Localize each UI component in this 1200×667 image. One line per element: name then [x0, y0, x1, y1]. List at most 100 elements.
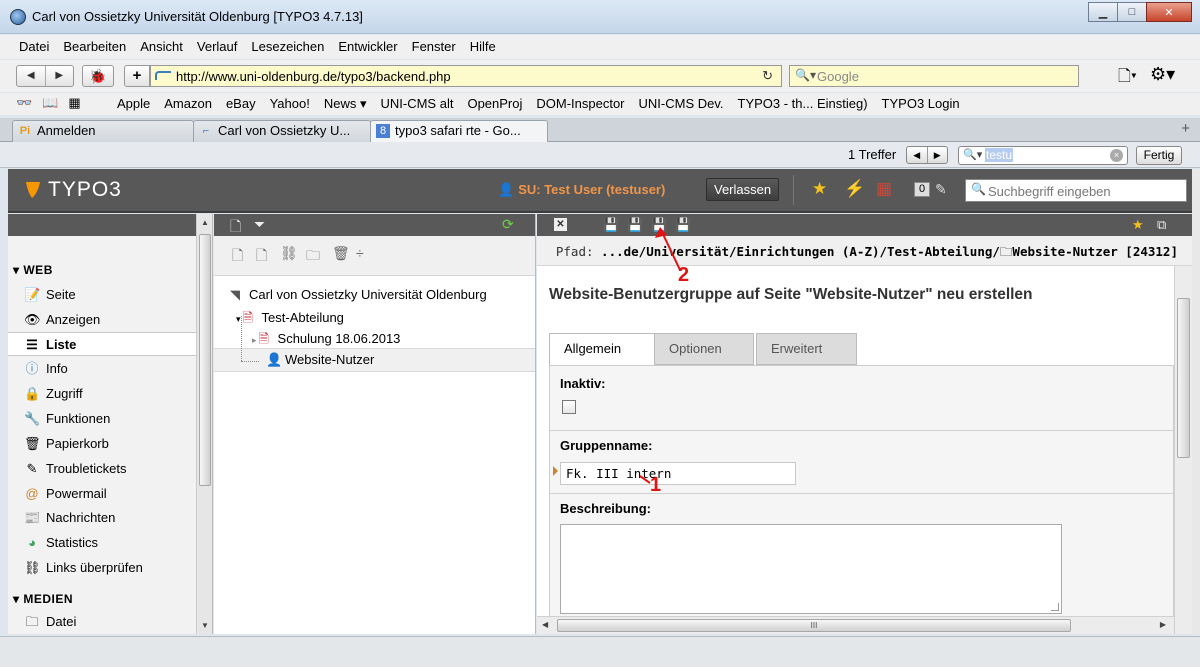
- tab-carl-von-ossietzky[interactable]: ⌐ Carl von Ossietzky U...: [193, 120, 371, 142]
- expand-icon[interactable]: ▾: [236, 314, 241, 324]
- module-menu-scrollbar[interactable]: ▲ ▼: [196, 214, 212, 634]
- module-info[interactable]: ⓘ Info: [8, 357, 196, 381]
- tab-erweitert[interactable]: Erweitert: [756, 333, 857, 365]
- address-bar[interactable]: http://www.uni-oldenburg.de/typo3/backen…: [150, 65, 782, 87]
- workspaces-icon[interactable]: ▦: [876, 179, 892, 199]
- collapse-icon[interactable]: ▸: [252, 335, 257, 345]
- divider-icon[interactable]: ÷: [356, 245, 364, 261]
- refresh-icon[interactable]: ⟳: [502, 216, 514, 233]
- scroll-left-icon[interactable]: ◀: [542, 620, 548, 629]
- backend-search-input[interactable]: 🔍 Suchbegriff eingeben: [965, 179, 1187, 202]
- close-document-icon[interactable]: ✕: [554, 218, 567, 231]
- tree-root[interactable]: ◥ Carl von Ossietzky Universität Oldenbur…: [230, 287, 487, 303]
- menu-ansicht[interactable]: Ansicht: [133, 35, 190, 59]
- content-vertical-scrollbar[interactable]: [1174, 266, 1192, 634]
- bookmark-star-icon[interactable]: ★: [812, 179, 827, 199]
- gear-icon[interactable]: ⚙▾: [1150, 64, 1175, 85]
- scroll-down-icon[interactable]: ▼: [201, 621, 209, 630]
- resize-grip-icon[interactable]: [1051, 603, 1059, 611]
- scroll-up-icon[interactable]: ▲: [201, 218, 209, 227]
- save-new-icon[interactable]: 💾: [675, 217, 691, 233]
- module-troubletickets[interactable]: ✎ Troubletickets: [8, 457, 196, 481]
- tab-typo3-safari-rte[interactable]: 8 typo3 safari rte - Go...: [370, 120, 548, 142]
- module-group-web[interactable]: ▾ WEB: [13, 263, 53, 277]
- bookmark-openproj[interactable]: OpenProj: [467, 96, 522, 111]
- reload-icon[interactable]: ↻: [762, 68, 773, 84]
- filter-icon[interactable]: ⏷: [254, 216, 265, 233]
- edit-tasks-icon[interactable]: ✎: [935, 181, 947, 198]
- page-icon[interactable]: 🗋: [232, 245, 243, 269]
- module-funktionen[interactable]: 🔧 Funktionen: [8, 407, 196, 431]
- module-zugriff[interactable]: 🔒 Zugriff: [8, 382, 196, 406]
- bookmark-uni-cms-alt[interactable]: UNI-CMS alt: [381, 96, 454, 111]
- scrollbar-thumb[interactable]: [199, 234, 211, 486]
- add-bookmark-button[interactable]: +: [124, 65, 150, 87]
- module-seite[interactable]: 📝 Seite: [8, 283, 196, 307]
- bookmark-add-icon[interactable]: ★: [1132, 217, 1144, 233]
- forward-button[interactable]: ▶: [46, 66, 74, 86]
- module-links-ueberpruefen[interactable]: ⛓ Links überprüfen: [8, 556, 196, 580]
- scrollbar-thumb[interactable]: [1177, 298, 1190, 458]
- menu-entwickler[interactable]: Entwickler: [331, 35, 404, 59]
- tree-node-website-nutzer[interactable]: 👤 Website-Nutzer: [266, 352, 374, 368]
- link-icon[interactable]: ⛓: [280, 245, 298, 262]
- tree-node-test-abteilung[interactable]: ▾ 🗎 Test-Abteilung: [236, 309, 344, 331]
- tab-anmelden[interactable]: Pi Anmelden: [12, 120, 194, 142]
- close-button[interactable]: ✕: [1146, 2, 1192, 22]
- clear-cache-icon[interactable]: ⚡: [844, 179, 865, 199]
- page-shortcut-icon[interactable]: 🗋: [256, 245, 267, 269]
- module-liste[interactable]: ☰ Liste: [8, 332, 196, 356]
- menu-bearbeiten[interactable]: Bearbeiten: [56, 35, 133, 59]
- open-new-window-icon[interactable]: ⧉: [1157, 217, 1166, 233]
- back-button[interactable]: ◀: [17, 66, 46, 86]
- module-statistics[interactable]: ◕ Statistics: [8, 531, 196, 555]
- task-count-badge[interactable]: 0: [914, 182, 930, 197]
- maximize-button[interactable]: □: [1117, 2, 1147, 22]
- find-input[interactable]: 🔍▾ testu ×: [958, 146, 1128, 165]
- module-datei[interactable]: 🗀 Datei: [8, 610, 196, 634]
- menu-hilfe[interactable]: Hilfe: [463, 35, 503, 59]
- logout-button[interactable]: Verlassen: [706, 178, 780, 201]
- module-papierkorb[interactable]: 🗑 Papierkorb: [8, 432, 196, 456]
- bookmark-news[interactable]: News ▾: [324, 96, 367, 111]
- clear-icon[interactable]: ×: [1110, 149, 1123, 162]
- module-group-medien[interactable]: ▾ MEDIEN: [13, 592, 73, 606]
- tree-node-schulung[interactable]: ▸ 🗎 Schulung 18.06.2013: [252, 330, 400, 352]
- bookmark-apple[interactable]: Apple: [117, 96, 150, 111]
- find-next-button[interactable]: ▶: [928, 147, 948, 163]
- bookmark-yahoo[interactable]: Yahoo!: [270, 96, 310, 111]
- find-done-button[interactable]: Fertig: [1136, 146, 1182, 165]
- menu-lesezeichen[interactable]: Lesezeichen: [244, 35, 331, 59]
- page-menu-icon[interactable]: 🗋▾: [1118, 65, 1137, 92]
- bug-icon[interactable]: 🐞: [82, 65, 114, 87]
- scrollbar-thumb[interactable]: III: [557, 619, 1071, 632]
- window-scrollbar[interactable]: [1192, 169, 1200, 635]
- tab-optionen[interactable]: Optionen: [654, 333, 754, 365]
- bookmark-amazon[interactable]: Amazon: [164, 96, 212, 111]
- folder-icon[interactable]: 🗀: [306, 245, 320, 269]
- module-nachrichten[interactable]: 📰 Nachrichten: [8, 506, 196, 530]
- tab-allgemein[interactable]: Allgemein: [549, 333, 655, 366]
- module-powermail[interactable]: @ Powermail: [8, 482, 196, 506]
- bookmark-typo3-login[interactable]: TYPO3 Login: [882, 96, 960, 111]
- search-input[interactable]: 🔍▾ Google: [789, 65, 1079, 87]
- menu-datei[interactable]: Datei: [12, 35, 56, 59]
- bookmark-typo3-einstieg[interactable]: TYPO3 - th... Einstieg): [738, 96, 868, 111]
- description-textarea[interactable]: [560, 524, 1062, 614]
- groupname-field[interactable]: Fk. III intern: [560, 462, 796, 485]
- save-close-icon[interactable]: 💾: [651, 217, 667, 233]
- bookmark-uni-cms-dev[interactable]: UNI-CMS Dev.: [639, 96, 724, 111]
- new-tab-button[interactable]: +: [1181, 120, 1190, 137]
- module-anzeigen[interactable]: 👁 Anzeigen: [8, 308, 196, 332]
- menu-fenster[interactable]: Fenster: [405, 35, 463, 59]
- recycler-icon[interactable]: 🗑: [332, 245, 350, 262]
- find-previous-button[interactable]: ◀: [907, 147, 928, 163]
- scroll-right-icon[interactable]: ▶: [1160, 620, 1166, 629]
- content-horizontal-scrollbar[interactable]: ◀ III ▶: [537, 616, 1174, 634]
- inactive-checkbox[interactable]: [562, 400, 576, 414]
- save-view-icon[interactable]: 💾: [627, 217, 643, 233]
- bookmark-ebay[interactable]: eBay: [226, 96, 256, 111]
- menu-verlauf[interactable]: Verlauf: [190, 35, 244, 59]
- reader-bookmarks-topsites-icons[interactable]: 👓📖▦: [16, 95, 91, 111]
- minimize-button[interactable]: ▁: [1088, 2, 1118, 22]
